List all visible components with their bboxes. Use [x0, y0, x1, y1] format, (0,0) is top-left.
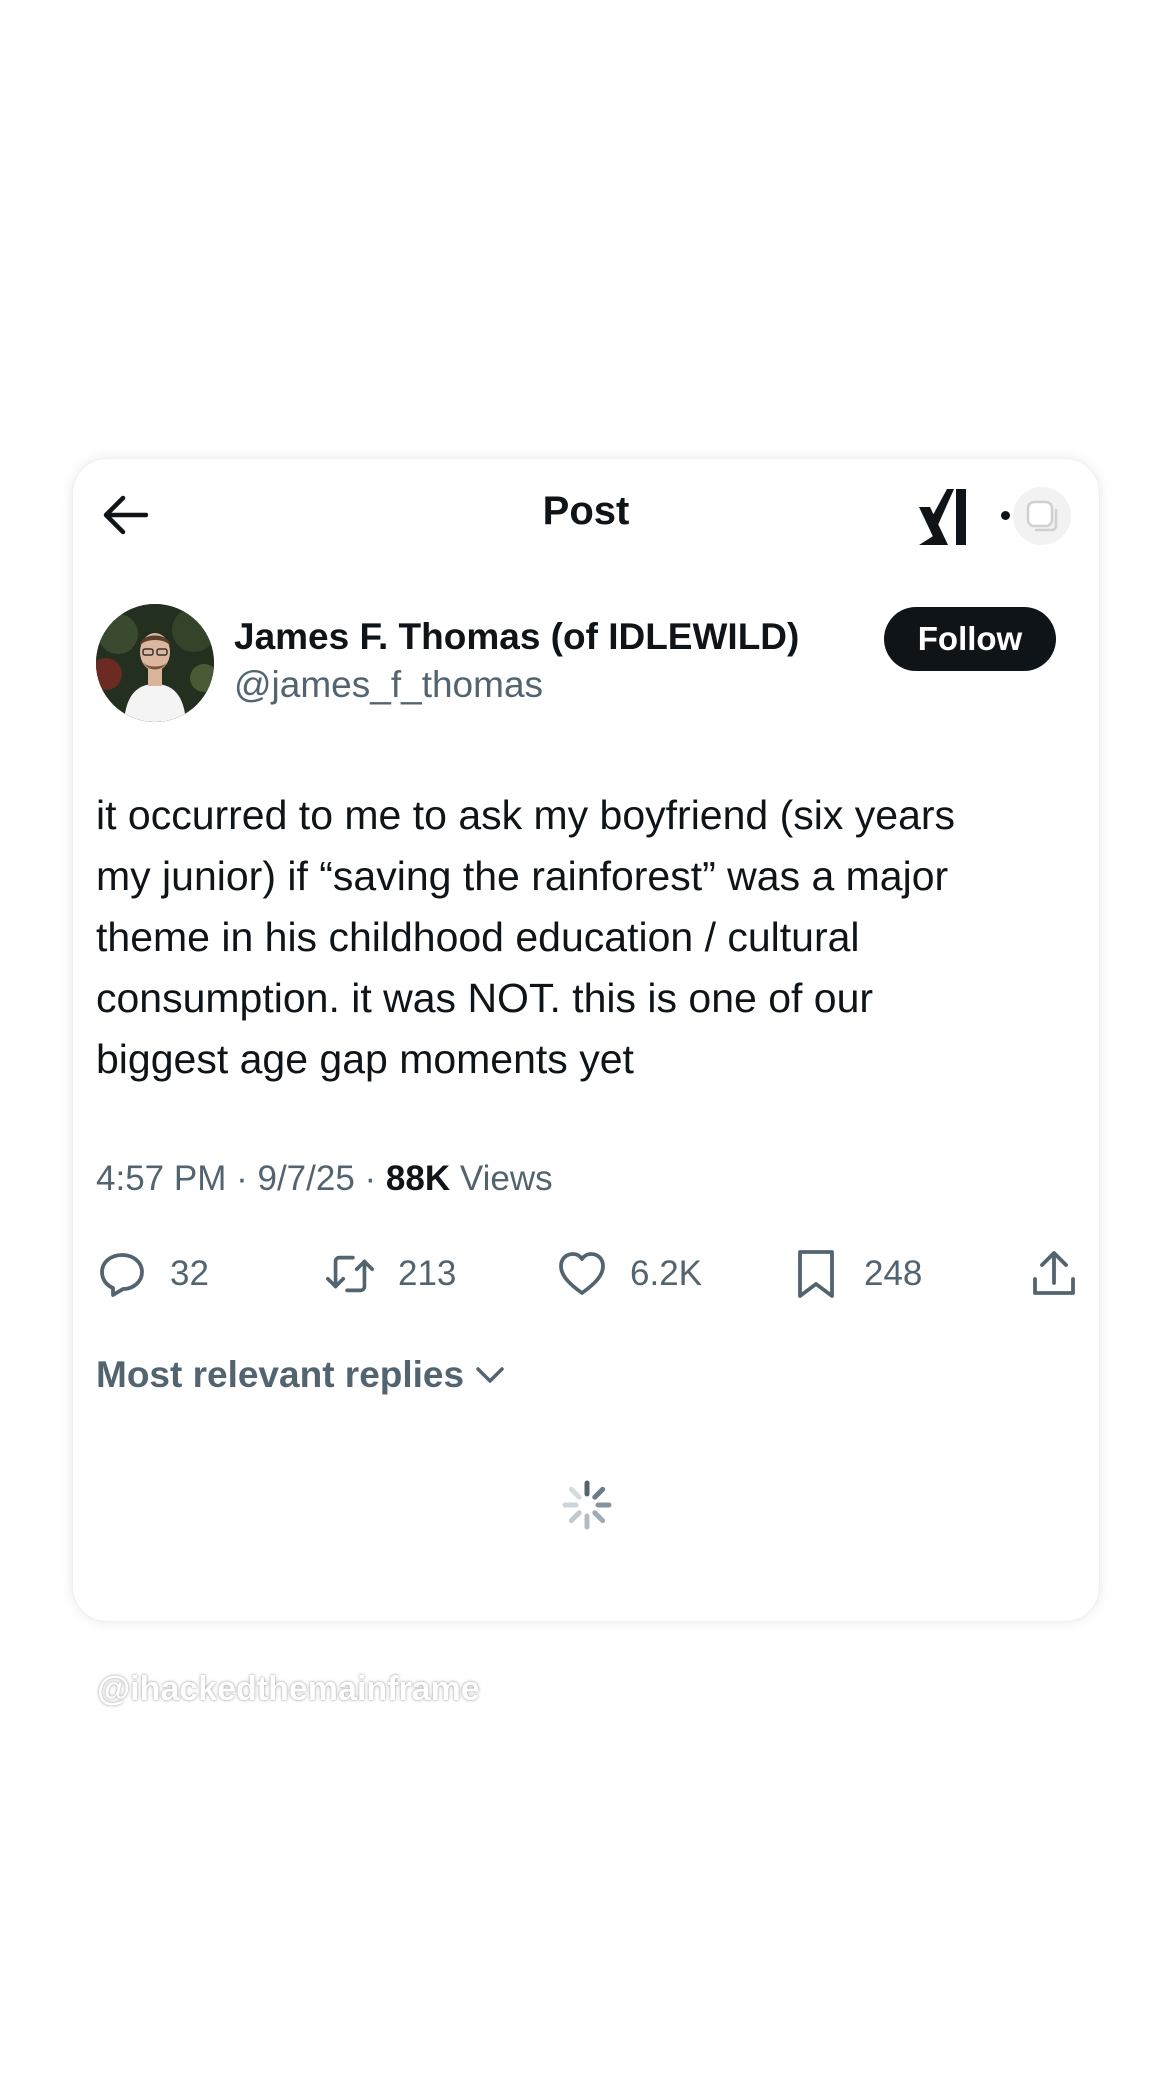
author-display-name[interactable]: James F. Thomas (of IDLEWILD) [234, 616, 799, 658]
post-text-line: it occurred to me to ask my boyfriend (s… [96, 792, 956, 838]
more-icon [1026, 500, 1058, 532]
like-count: 6.2K [630, 1254, 702, 1293]
replies-sort-dropdown[interactable]: Most relevant replies [96, 1354, 506, 1396]
loading-spinner-icon [562, 1480, 612, 1530]
bookmark-icon [790, 1248, 842, 1300]
more-button[interactable] [1013, 487, 1071, 545]
repost-icon [324, 1248, 376, 1300]
reply-button[interactable]: 32 [96, 1244, 209, 1304]
separator-dot [1001, 511, 1010, 520]
post-text-line: theme in his childhood education / cultu… [96, 914, 860, 960]
replies-sort-label: Most relevant replies [96, 1354, 465, 1395]
repost-count: 213 [398, 1254, 457, 1293]
profile-photo-icon [96, 604, 214, 722]
views-count: 88K [385, 1159, 451, 1198]
reply-count: 32 [170, 1254, 209, 1293]
post-text-line: biggest age gap moments yet [96, 1036, 634, 1082]
post-text-line: my junior) if “saving the rainforest” wa… [96, 853, 949, 899]
post-metadata: 4:57 PM · 9/7/25 · 88K Views [96, 1159, 553, 1199]
post-date[interactable]: 9/7/25 [257, 1159, 354, 1198]
meta-separator: · [364, 1159, 377, 1198]
bookmark-count: 248 [864, 1254, 923, 1293]
post-text-line: consumption. it was NOT. this is one of … [96, 975, 874, 1021]
author-handle[interactable]: @james_f_thomas [234, 664, 543, 706]
repost-button[interactable]: 213 [324, 1244, 456, 1304]
grok-logo-icon [919, 489, 966, 545]
post-card: Post James F. Thomas (of IDLEWILD) @jame… [73, 459, 1099, 1621]
watermark: @ihackedthemainframe [97, 1670, 480, 1708]
chevron-down-icon [474, 1364, 506, 1386]
share-button[interactable] [1028, 1244, 1080, 1304]
meta-separator: · [236, 1159, 248, 1198]
follow-button[interactable]: Follow [884, 607, 1056, 671]
grok-button[interactable] [911, 481, 981, 551]
action-bar: 32 213 6.2K 248 [96, 1244, 1081, 1304]
reply-icon [96, 1248, 148, 1300]
avatar[interactable] [96, 604, 214, 722]
bookmark-button[interactable]: 248 [790, 1244, 922, 1304]
share-icon [1028, 1248, 1080, 1300]
post-text: it occurred to me to ask my boyfriend (s… [96, 785, 1081, 1090]
heart-icon [556, 1248, 608, 1300]
post-time[interactable]: 4:57 PM [96, 1159, 226, 1198]
like-button[interactable]: 6.2K [556, 1244, 702, 1304]
views-label: Views [459, 1159, 553, 1198]
post-header: Post [73, 459, 1099, 569]
